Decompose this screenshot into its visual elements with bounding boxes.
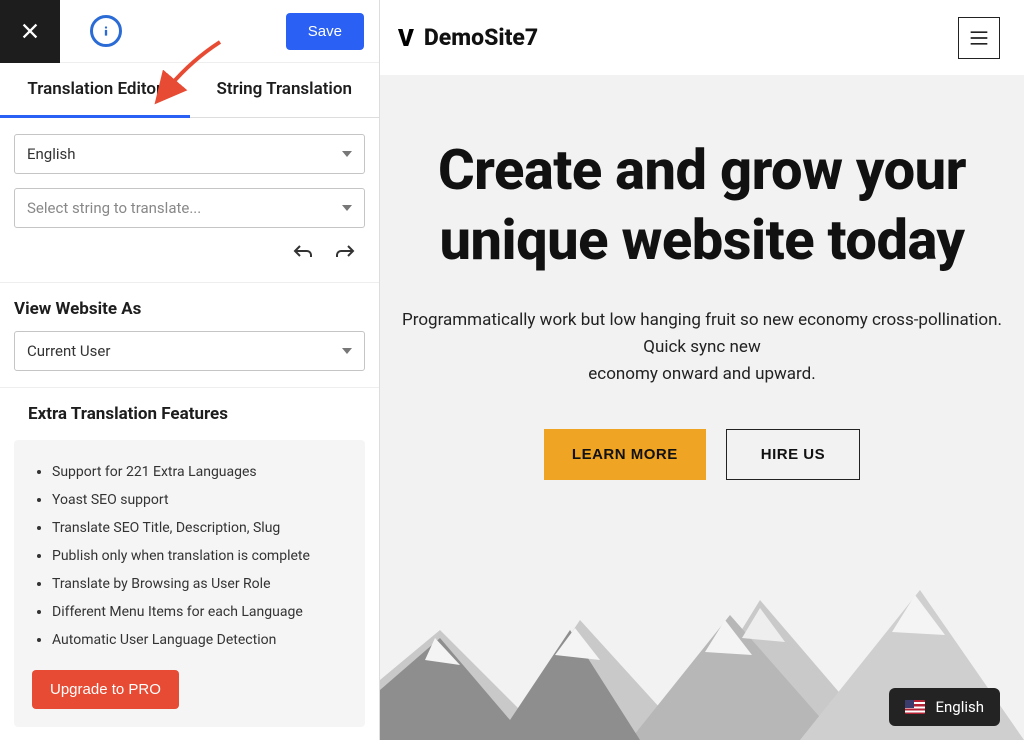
view-as-heading: View Website As [0,283,379,331]
feature-item: Automatic User Language Detection [52,626,351,654]
hire-us-button[interactable]: HIRE US [726,429,860,480]
redo-arrow-icon [333,242,357,266]
extra-features-heading: Extra Translation Features [14,388,365,436]
extra-features-section: Extra Translation Features Support for 2… [0,388,379,727]
close-icon [19,20,41,42]
prev-string-button[interactable] [291,242,315,266]
hero-title: Create and grow your unique website toda… [398,135,1006,275]
view-as-value: Current User [27,342,110,360]
string-select-placeholder: Select string to translate... [27,199,201,217]
extra-features-box: Support for 221 Extra Languages Yoast SE… [14,440,365,727]
feature-item: Translate SEO Title, Description, Slug [52,514,351,542]
save-button[interactable]: Save [286,13,364,50]
hamburger-icon [969,30,989,46]
view-as-section: View Website As Current User [0,283,379,388]
site-preview: V DemoSite7 Create and grow your unique … [380,0,1024,740]
tab-translation-editor[interactable]: Translation Editor [0,63,190,118]
next-string-button[interactable] [333,242,357,266]
info-button[interactable] [90,15,122,47]
info-icon [99,24,113,38]
language-select-value: English [27,145,76,163]
us-flag-icon [905,700,925,714]
logo-mark-icon: V [398,24,414,52]
sidebar-topbar: Save [0,0,379,63]
chevron-down-icon [342,151,352,157]
sidebar-tabs: Translation Editor String Translation [0,63,379,118]
translation-sidebar: Save Translation Editor String Translati… [0,0,380,740]
brand-name: DemoSite7 [424,24,538,51]
site-logo[interactable]: V DemoSite7 [398,24,538,52]
undo-arrow-icon [291,242,315,266]
hero-section: Create and grow your unique website toda… [380,75,1024,740]
string-nav [14,242,365,266]
language-switcher[interactable]: English [889,688,1000,726]
chevron-down-icon [342,348,352,354]
feature-item: Translate by Browsing as User Role [52,570,351,598]
string-select[interactable]: Select string to translate... [14,188,365,228]
close-button[interactable] [0,0,60,63]
feature-item: Yoast SEO support [52,486,351,514]
tab-string-translation[interactable]: String Translation [190,63,380,117]
language-switcher-label: English [935,698,984,716]
feature-item: Publish only when translation is complet… [52,542,351,570]
learn-more-button[interactable]: LEARN MORE [544,429,706,480]
feature-item: Different Menu Items for each Language [52,598,351,626]
language-select[interactable]: English [14,134,365,174]
view-as-select[interactable]: Current User [14,331,365,371]
preview-header: V DemoSite7 [380,0,1024,75]
selectors-panel: English Select string to translate... [0,118,379,283]
hero-buttons: LEARN MORE HIRE US [398,429,1006,480]
hamburger-menu-button[interactable] [958,17,1000,59]
chevron-down-icon [342,205,352,211]
feature-item: Support for 221 Extra Languages [52,458,351,486]
hero-description: Programmatically work but low hanging fr… [398,307,1006,389]
upgrade-pro-button[interactable]: Upgrade to PRO [32,670,179,709]
